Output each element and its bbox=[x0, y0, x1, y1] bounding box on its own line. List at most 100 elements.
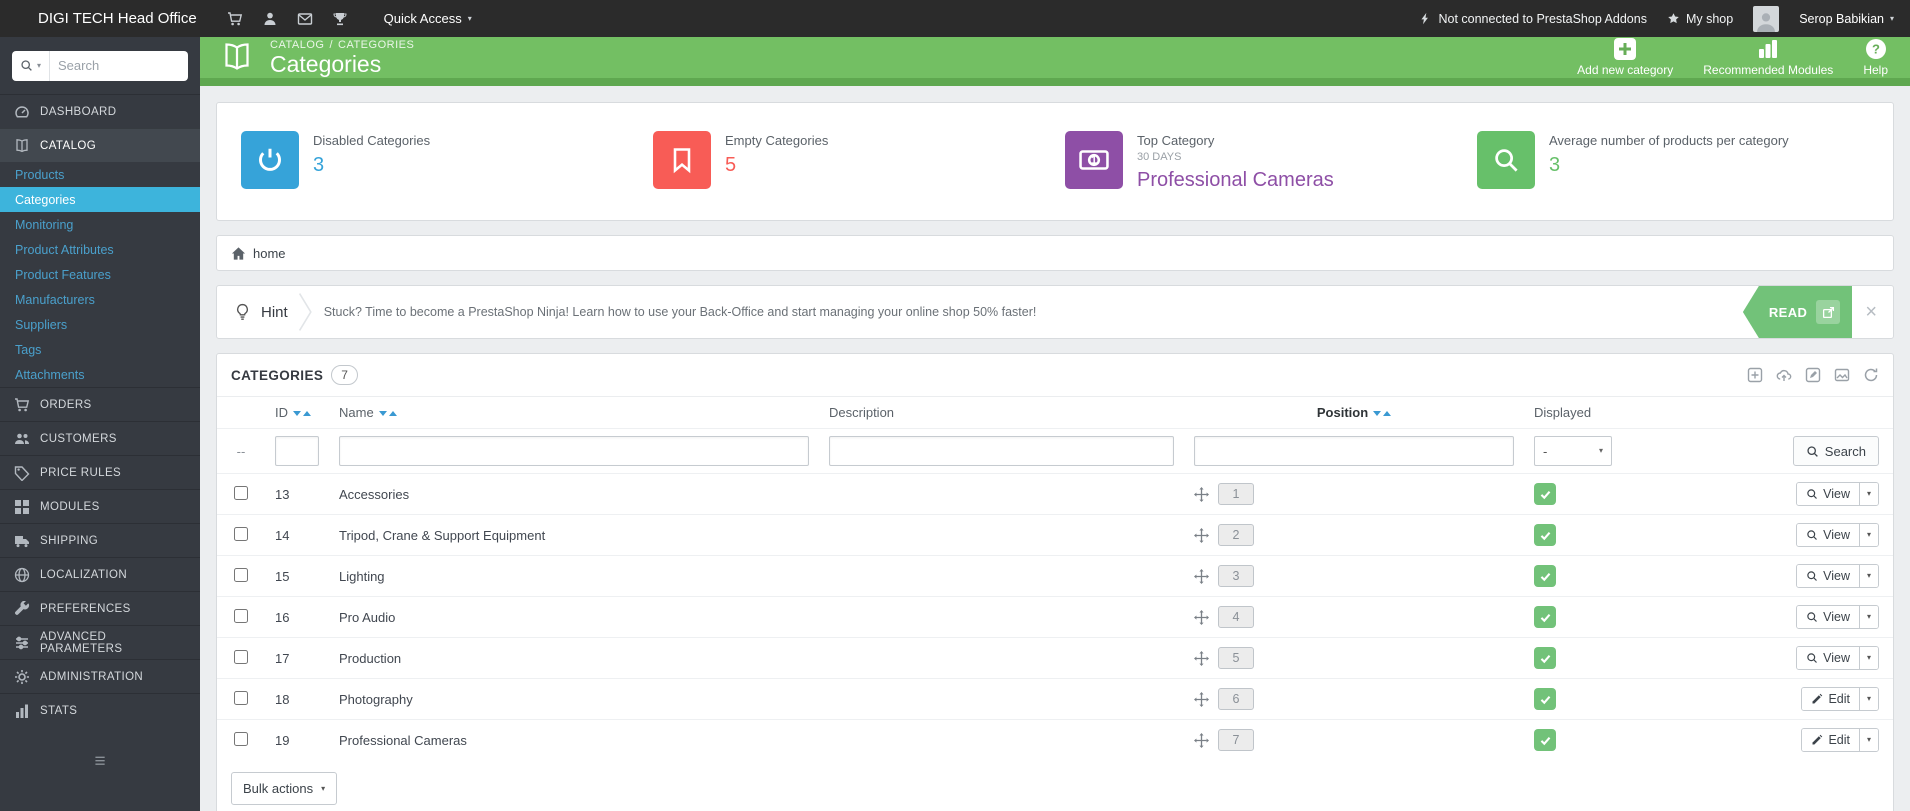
sidebar-item-categories[interactable]: Categories bbox=[0, 187, 200, 212]
sidebar-item-tags[interactable]: Tags bbox=[0, 337, 200, 362]
sidebar-item-suppliers[interactable]: Suppliers bbox=[0, 312, 200, 337]
sidebar-item-attachments[interactable]: Attachments bbox=[0, 362, 200, 387]
recommended-modules-button[interactable]: Recommended Modules bbox=[1703, 38, 1833, 77]
displayed-toggle[interactable] bbox=[1534, 565, 1556, 587]
row-checkbox[interactable] bbox=[234, 485, 248, 500]
search-scope-selector[interactable]: ▾ bbox=[12, 50, 51, 81]
employee-menu[interactable]: Serop Babikian ▾ bbox=[1799, 12, 1894, 26]
sidebar-item-customers[interactable]: CUSTOMERS bbox=[0, 421, 200, 455]
sidebar-item-orders[interactable]: ORDERS bbox=[0, 387, 200, 421]
sort-position-icons[interactable] bbox=[1373, 411, 1392, 416]
sidebar-item-product-attributes[interactable]: Product Attributes bbox=[0, 237, 200, 262]
topbar-shortcuts bbox=[227, 11, 348, 27]
row-actions-dropdown[interactable]: ▾ bbox=[1858, 647, 1878, 669]
row-actions-dropdown[interactable]: ▾ bbox=[1858, 688, 1878, 710]
view-button[interactable]: View bbox=[1797, 524, 1859, 546]
sidebar-item-modules[interactable]: MODULES bbox=[0, 489, 200, 523]
trophy-icon[interactable] bbox=[332, 11, 348, 27]
panel-add-icon[interactable] bbox=[1747, 367, 1763, 383]
sidebar-item-localization[interactable]: LOCALIZATION bbox=[0, 557, 200, 591]
displayed-toggle[interactable] bbox=[1534, 483, 1556, 505]
bulk-actions-button[interactable]: Bulk actions ▾ bbox=[231, 772, 338, 805]
sidebar-item-products[interactable]: Products bbox=[0, 162, 200, 187]
sidebar-item-advanced-parameters[interactable]: ADVANCED PARAMETERS bbox=[0, 625, 200, 659]
table-header-row: ID Name Description Position Displayed bbox=[217, 396, 1893, 429]
drag-handle-icon[interactable] bbox=[1194, 650, 1209, 666]
panel-refresh-icon[interactable] bbox=[1863, 367, 1879, 383]
displayed-toggle[interactable] bbox=[1534, 729, 1556, 751]
my-shop-link[interactable]: My shop bbox=[1667, 12, 1733, 26]
row-checkbox[interactable] bbox=[234, 731, 248, 746]
drag-handle-icon[interactable] bbox=[1194, 527, 1209, 543]
view-button[interactable]: View bbox=[1797, 483, 1859, 505]
view-button[interactable]: View bbox=[1797, 565, 1859, 587]
panel-edit-icon[interactable] bbox=[1805, 367, 1821, 383]
check-icon bbox=[1540, 531, 1550, 540]
row-checkbox[interactable] bbox=[234, 567, 248, 582]
filter-search-button[interactable]: Search bbox=[1792, 436, 1879, 466]
drag-handle-icon[interactable] bbox=[1194, 732, 1209, 748]
addons-status-link[interactable]: Not connected to PrestaShop Addons bbox=[1419, 12, 1647, 26]
sidebar-item-product-features[interactable]: Product Features bbox=[0, 262, 200, 287]
sidebar-item-dashboard[interactable]: DASHBOARD bbox=[0, 94, 200, 128]
drag-handle-icon[interactable] bbox=[1194, 691, 1209, 707]
filter-id-input[interactable] bbox=[275, 436, 319, 466]
edit-button[interactable]: Edit bbox=[1802, 688, 1859, 710]
displayed-toggle[interactable] bbox=[1534, 688, 1556, 710]
row-checkbox[interactable] bbox=[234, 690, 248, 705]
sidebar-item-stats[interactable]: STATS bbox=[0, 693, 200, 727]
filter-displayed-select[interactable]: - ▾ bbox=[1534, 436, 1612, 466]
panel-export-icon[interactable] bbox=[1776, 367, 1792, 383]
customer-icon[interactable] bbox=[262, 11, 278, 27]
edit-button[interactable]: Edit bbox=[1802, 729, 1859, 751]
column-header-id[interactable]: ID bbox=[275, 405, 288, 420]
cell-id: 19 bbox=[275, 732, 290, 748]
drag-handle-icon[interactable] bbox=[1194, 568, 1209, 584]
column-header-position[interactable]: Position bbox=[1317, 405, 1368, 420]
sidebar-item-administration[interactable]: ADMINISTRATION bbox=[0, 659, 200, 693]
sort-id-icons[interactable] bbox=[293, 411, 311, 416]
column-header-name[interactable]: Name bbox=[339, 405, 374, 420]
sidebar-item-manufacturers[interactable]: Manufacturers bbox=[0, 287, 200, 312]
row-actions-dropdown[interactable]: ▾ bbox=[1858, 606, 1878, 628]
shop-name-link[interactable]: DIGI TECH Head Office bbox=[38, 10, 197, 27]
mail-icon[interactable] bbox=[297, 11, 313, 27]
sidebar-item-catalog[interactable]: CATALOG bbox=[0, 128, 200, 162]
help-button[interactable]: ? Help bbox=[1863, 38, 1888, 77]
sidebar-item-shipping[interactable]: SHIPPING bbox=[0, 523, 200, 557]
row-actions-dropdown[interactable]: ▾ bbox=[1858, 483, 1878, 505]
filter-name-input[interactable] bbox=[339, 436, 809, 466]
sidebar-search: ▾ bbox=[12, 50, 188, 81]
filter-description-input[interactable] bbox=[829, 436, 1174, 466]
sidebar-item-preferences[interactable]: PREFERENCES bbox=[0, 591, 200, 625]
avatar[interactable] bbox=[1753, 5, 1780, 32]
row-checkbox[interactable] bbox=[234, 649, 248, 664]
displayed-toggle[interactable] bbox=[1534, 647, 1556, 669]
drag-handle-icon[interactable] bbox=[1194, 486, 1209, 502]
drag-handle-icon[interactable] bbox=[1194, 609, 1209, 625]
row-actions-dropdown[interactable]: ▾ bbox=[1858, 729, 1878, 751]
row-actions-dropdown[interactable]: ▾ bbox=[1858, 524, 1878, 546]
add-new-category-button[interactable]: Add new category bbox=[1577, 38, 1673, 77]
filter-position-input[interactable] bbox=[1194, 436, 1514, 466]
search-input[interactable] bbox=[50, 58, 188, 73]
cart-icon[interactable] bbox=[227, 11, 243, 27]
displayed-toggle[interactable] bbox=[1534, 606, 1556, 628]
sort-name-icons[interactable] bbox=[378, 411, 397, 416]
breadcrumb-categories[interactable]: CATEGORIES bbox=[338, 39, 414, 51]
sidebar-item-monitoring[interactable]: Monitoring bbox=[0, 212, 200, 237]
quick-access-menu[interactable]: Quick Access ▾ bbox=[384, 11, 472, 26]
view-button[interactable]: View bbox=[1797, 647, 1859, 669]
read-button[interactable]: READ bbox=[1742, 286, 1853, 338]
displayed-toggle[interactable] bbox=[1534, 524, 1556, 546]
breadcrumb-home-link[interactable]: home bbox=[231, 246, 286, 261]
row-actions-dropdown[interactable]: ▾ bbox=[1858, 565, 1878, 587]
row-checkbox[interactable] bbox=[234, 608, 248, 623]
row-checkbox[interactable] bbox=[234, 526, 248, 541]
view-button[interactable]: View bbox=[1797, 606, 1859, 628]
breadcrumb-catalog[interactable]: CATALOG bbox=[270, 39, 324, 51]
menu-collapse-toggle[interactable]: ≡ bbox=[0, 737, 200, 811]
close-icon[interactable]: × bbox=[1865, 302, 1877, 322]
sidebar-item-price-rules[interactable]: PRICE RULES bbox=[0, 455, 200, 489]
panel-image-icon[interactable] bbox=[1834, 367, 1850, 383]
